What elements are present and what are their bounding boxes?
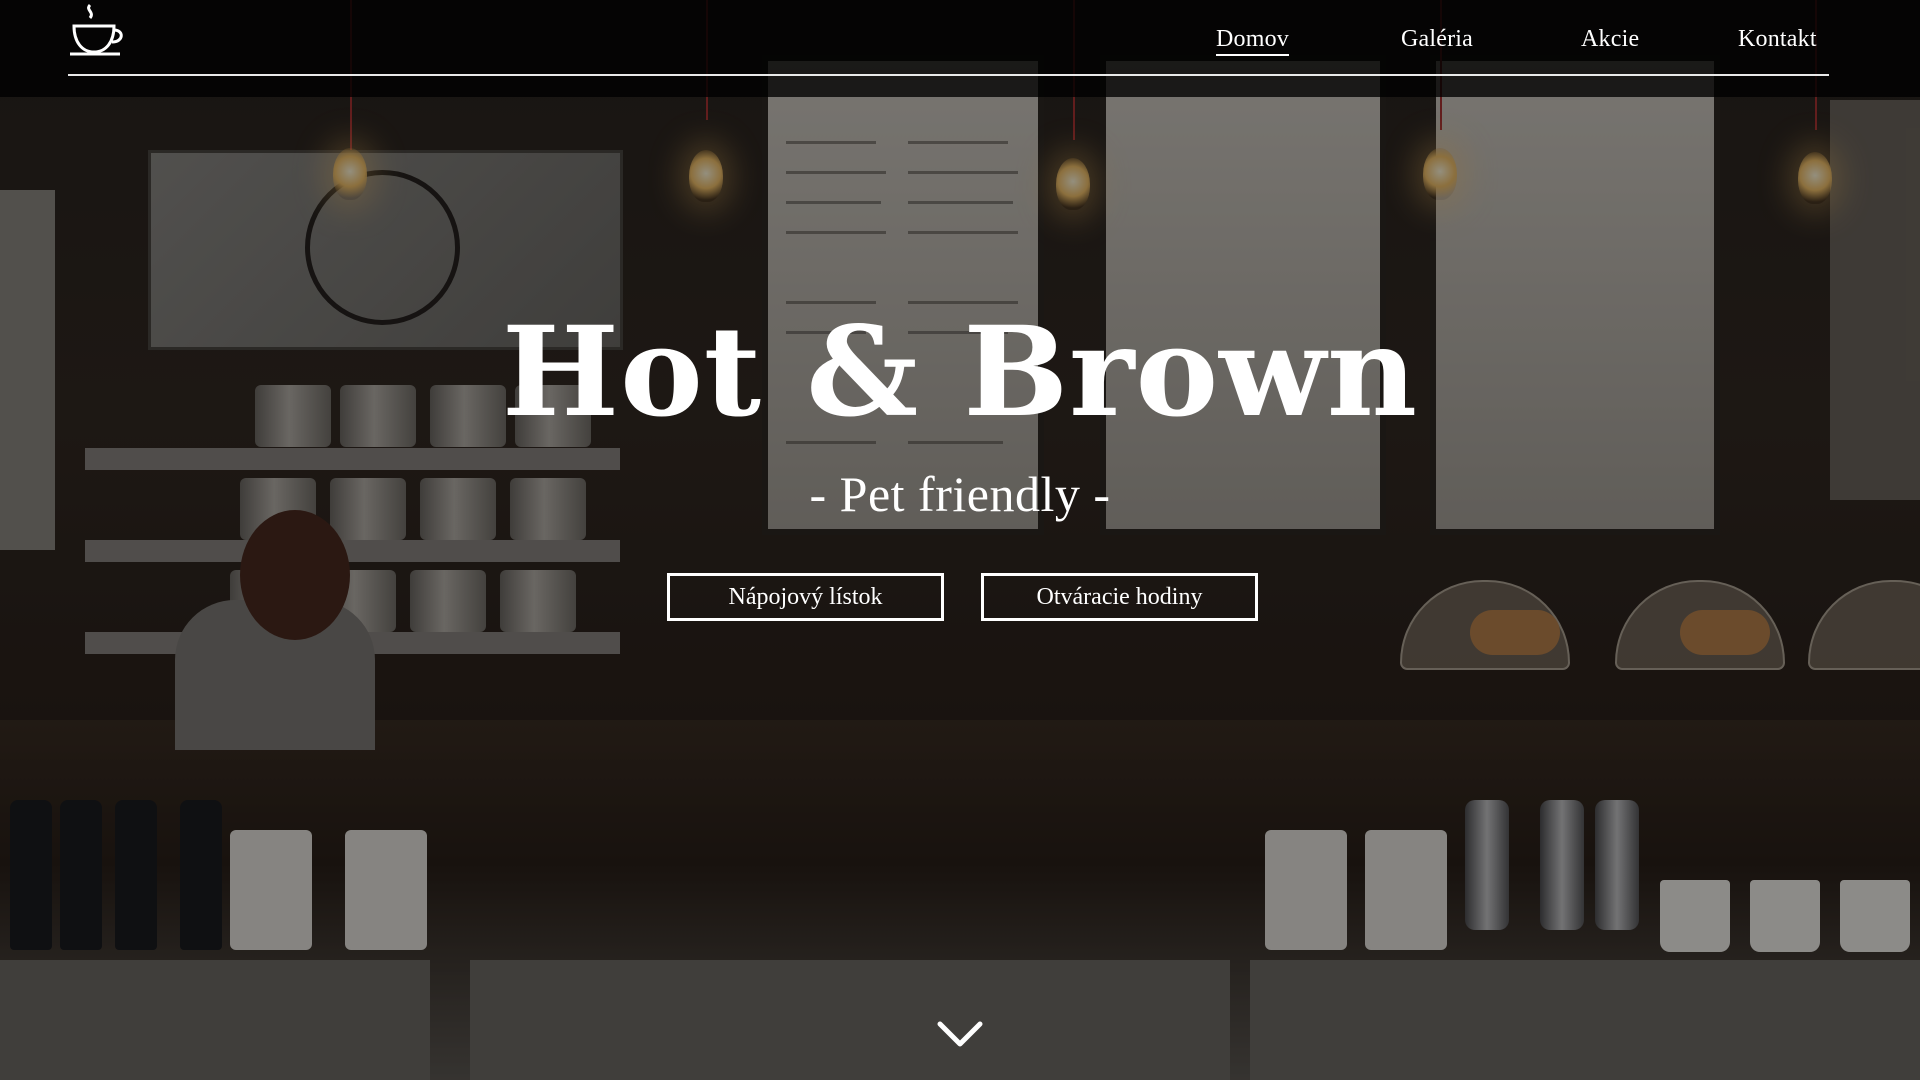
nav-link-galeria[interactable]: Galéria [1401, 26, 1473, 53]
hero-subtitle: - Pet friendly - [809, 466, 1111, 522]
nav-link-kontakt[interactable]: Kontakt [1738, 26, 1817, 53]
opening-hours-button[interactable]: Otváracie hodiny [981, 573, 1258, 621]
page: Domov Galéria Akcie Kontakt Hot & Brown … [0, 0, 1920, 1080]
hero-background-image [0, 0, 1920, 1080]
nav-link-domov[interactable]: Domov [1216, 26, 1289, 56]
nav-divider [68, 74, 1829, 76]
coffee-cup-icon[interactable] [68, 2, 126, 56]
nav-link-akcie[interactable]: Akcie [1581, 26, 1639, 53]
chevron-down-icon[interactable] [936, 1018, 984, 1050]
navbar: Domov Galéria Akcie Kontakt [0, 0, 1920, 97]
hero-title: Hot & Brown [501, 300, 1419, 445]
image-overlay [0, 0, 1920, 1080]
drink-menu-button[interactable]: Nápojový lístok [667, 573, 944, 621]
